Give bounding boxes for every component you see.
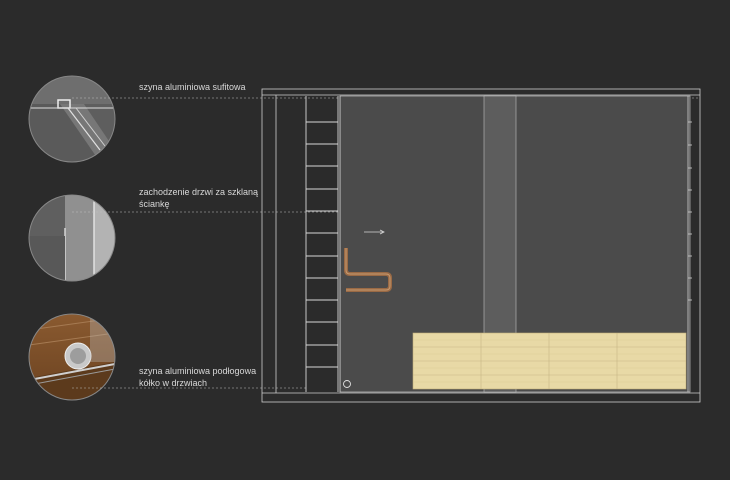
detail-ceiling-rail — [28, 75, 116, 163]
callout-ceiling-rail-text: szyna aluminiowa sufitowa — [139, 82, 246, 92]
callout-floor-rail-line2: kółko w drzwiach — [139, 378, 208, 388]
door-elevation — [261, 88, 701, 403]
detail-floor-rail — [28, 313, 116, 401]
sliding-door-diagram — [28, 75, 701, 403]
ladder — [305, 96, 339, 392]
callout-door-overlap: zachodzenie drzwi za szklaną ściankę — [139, 186, 258, 210]
callout-floor-rail: szyna aluminiowa podłogowa kółko w drzwi… — [139, 365, 256, 389]
callout-door-overlap-line2: ściankę — [139, 199, 170, 209]
callout-floor-rail-line1: szyna aluminiowa podłogowa — [139, 366, 257, 376]
callout-ceiling-rail: szyna aluminiowa sufitowa — [139, 81, 246, 93]
detail-door-overlap — [28, 194, 116, 282]
callout-door-overlap-line1: zachodzenie drzwi za szklaną — [139, 187, 259, 197]
wood-cabinet — [412, 332, 687, 390]
